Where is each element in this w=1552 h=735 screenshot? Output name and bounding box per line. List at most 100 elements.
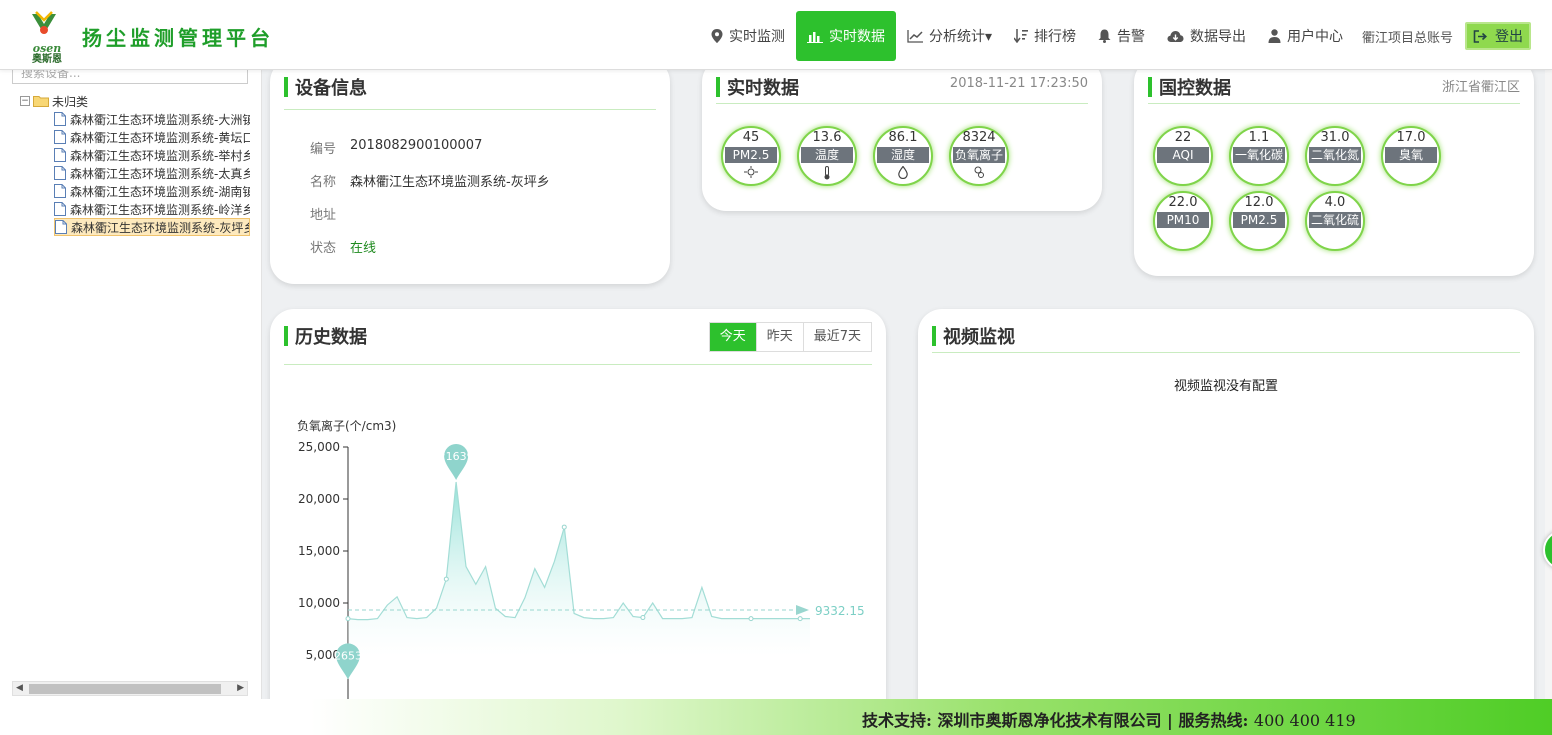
account-name[interactable]: 衢江项目总账号 — [1354, 27, 1465, 46]
gauge-humidity: 86.1 湿度 — [873, 126, 933, 186]
scrollbar-thumb[interactable] — [29, 684, 221, 694]
gauge-value: 22.0 — [1168, 195, 1198, 210]
tree-folder-uncategorized[interactable]: − 未归类 — [20, 92, 250, 110]
gauge-temperature: 13.6 温度 — [797, 126, 857, 186]
app-title: 扬尘监测管理平台 — [82, 26, 274, 50]
tree-folder-label: 未归类 — [52, 94, 89, 109]
dust-icon — [744, 166, 758, 178]
realtime-timestamp: 2018-11-21 17:23:50 — [949, 76, 1088, 91]
gauge-aqi: 22 AQI — [1153, 126, 1213, 186]
nav-label: 用户中心 — [1287, 29, 1344, 45]
device-sidebar: 搜索设备... − 未归类 森林衢江生态环境监测系统-大洲镇 森林衢江生态环境监… — [0, 60, 262, 700]
droplet-icon — [898, 166, 908, 179]
video-empty-message: 视频监视没有配置 — [1173, 379, 1278, 394]
tree-device-item[interactable]: 森林衢江生态环境监测系统-大洲镇 — [54, 110, 250, 128]
video-monitor-card: 视频监视 视频监视没有配置 — [918, 309, 1534, 729]
file-icon — [54, 148, 66, 162]
logo-cn: 奥斯恩 — [32, 54, 62, 65]
gauge-value: 22 — [1174, 130, 1192, 145]
tree-device-item[interactable]: 森林衢江生态环境监测系统-湖南镇 — [54, 182, 250, 200]
gauge-co: 1.1 一氧化碳 — [1229, 126, 1289, 186]
national-location: 浙江省衢江区 — [1441, 80, 1520, 95]
gauge-label: PM2.5 — [725, 147, 777, 163]
info-label: 地址 — [310, 208, 337, 223]
device-name-value: 森林衢江生态环境监测系统-灰坪乡 — [350, 175, 550, 190]
gauge-label: PM2.5 — [1233, 212, 1285, 228]
page-vertical-scrollbar[interactable] — [1545, 70, 1552, 699]
title-divider — [284, 109, 656, 110]
nav-realtime-monitor[interactable]: 实时监测 — [700, 11, 796, 61]
logout-button[interactable]: 登出 — [1465, 22, 1532, 50]
nav-data-export[interactable]: 数据导出 — [1156, 11, 1257, 61]
collapse-icon[interactable]: − — [20, 96, 30, 106]
nav-label: 数据导出 — [1190, 29, 1247, 45]
gauge-pm25: 45 PM2.5 — [721, 126, 781, 186]
user-icon — [1268, 29, 1281, 43]
tree-device-item[interactable]: 森林衢江生态环境监测系统-太真乡 — [54, 164, 250, 182]
gauge-pm25-national: 12.0 PM2.5 — [1229, 191, 1289, 251]
nav-label: 实时监测 — [729, 29, 785, 45]
series-area — [348, 482, 810, 657]
y-axis-label: 负氧离子(个/cm3) — [297, 418, 396, 433]
nav-ranking[interactable]: 排行榜 — [1003, 11, 1087, 61]
data-point[interactable] — [748, 616, 754, 622]
title-divider — [932, 352, 1520, 353]
tree-device-item[interactable]: 森林衢江生态环境监测系统-举村乡 — [54, 146, 250, 164]
max-value-label: 21639 — [439, 450, 474, 463]
logo: osen 奥斯恩 — [24, 10, 70, 65]
file-icon — [54, 184, 66, 198]
tree-device-label: 森林衢江生态环境监测系统-大洲镇 — [70, 112, 250, 127]
file-icon — [55, 220, 67, 234]
data-point[interactable] — [443, 576, 449, 582]
logout-label: 登出 — [1495, 29, 1524, 45]
nav-analysis[interactable]: 分析统计▾ — [896, 11, 1003, 61]
line-chart-icon — [907, 29, 923, 43]
average-label: 9332.15 — [815, 604, 865, 618]
history-chart[interactable]: 负氧离子(个/cm3) 25,00020,00015,00010,0005,00… — [270, 309, 886, 699]
data-point[interactable] — [640, 615, 646, 621]
tree-device-item-selected[interactable]: 森林衢江生态环境监测系统-灰坪乡 — [54, 218, 250, 236]
gauge-no2: 31.0 二氧化氮 — [1305, 126, 1365, 186]
gauge-value: 4.0 — [1324, 195, 1346, 210]
top-navbar: osen 奥斯恩 扬尘监测管理平台 实时监测 实时数据 分析统计▾ 排行榜 告警… — [0, 0, 1552, 70]
nav-realtime-data[interactable]: 实时数据 — [796, 11, 896, 61]
scroll-right-icon[interactable]: ▶ — [237, 683, 244, 693]
data-point[interactable] — [345, 616, 351, 622]
nav-alarm[interactable]: 告警 — [1087, 11, 1156, 61]
max-marker: 21639 — [439, 443, 474, 480]
y-tick-label: 15,000 — [298, 544, 340, 558]
realtime-data-card: 实时数据 2018-11-21 17:23:50 45 PM2.5 13.6 温… — [702, 58, 1102, 211]
gauge-value: 1.1 — [1248, 130, 1270, 145]
tree-device-label: 森林衢江生态环境监测系统-黄坛口 — [70, 130, 250, 145]
gauge-label: AQI — [1157, 147, 1209, 163]
gauge-pm10: 22.0 PM10 — [1153, 191, 1213, 251]
info-row-id: 编号 2018082900100007 — [310, 138, 482, 157]
data-point[interactable] — [561, 524, 567, 530]
realtime-title: 实时数据 — [716, 74, 799, 100]
video-title: 视频监视 — [932, 323, 1015, 349]
sign-out-icon — [1473, 29, 1488, 43]
ion-icon — [974, 166, 984, 178]
gauge-label: 温度 — [801, 147, 853, 163]
y-tick-label: 20,000 — [298, 492, 340, 506]
tree-device-item[interactable]: 森林衢江生态环境监测系统-黄坛口 — [54, 128, 250, 146]
info-label: 编号 — [310, 142, 337, 157]
tree-device-label: 森林衢江生态环境监测系统-举村乡 — [70, 148, 250, 163]
tree-device-item[interactable]: 森林衢江生态环境监测系统-岭洋乡 — [54, 200, 250, 218]
info-row-name: 名称 森林衢江生态环境监测系统-灰坪乡 — [310, 171, 550, 190]
nav-user-center[interactable]: 用户中心 — [1257, 11, 1354, 61]
gauge-value: 12.0 — [1244, 195, 1274, 210]
tree-device-label: 森林衢江生态环境监测系统-湖南镇 — [70, 184, 250, 199]
gauge-value: 8324 — [962, 130, 996, 145]
sidebar-horizontal-scrollbar[interactable]: ◀ ▶ — [12, 681, 248, 696]
nav-label: 告警 — [1117, 29, 1146, 45]
footer-support: 技术支持: 深圳市奥斯恩净化技术有限公司 | 服务热线: 400 400 419 — [862, 707, 1356, 731]
device-tree: − 未归类 森林衢江生态环境监测系统-大洲镇 森林衢江生态环境监测系统-黄坛口 … — [20, 92, 250, 236]
gauge-value: 45 — [742, 130, 760, 145]
file-icon — [54, 130, 66, 144]
series-line — [347, 481, 810, 621]
scroll-left-icon[interactable]: ◀ — [16, 683, 23, 693]
data-point[interactable] — [797, 616, 803, 622]
y-tick-label: 10,000 — [298, 596, 340, 610]
bar-chart-icon — [807, 31, 823, 43]
